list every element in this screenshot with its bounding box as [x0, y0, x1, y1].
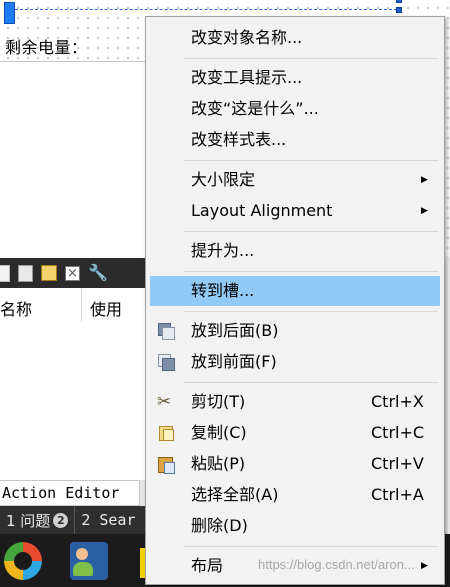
select-all-shortcut: Ctrl+A: [371, 485, 424, 504]
menu-item-change-stylesheet[interactable]: 改变样式表...: [150, 125, 440, 155]
menu-separator: [184, 160, 438, 161]
watermark-text: https://blog.csdn.net/aron...: [258, 557, 415, 572]
selection-handle[interactable]: [4, 2, 15, 24]
context-menu: 改变对象名称... 改变工具提示... 改变“这是什么”... 改变样式表...…: [145, 16, 445, 585]
menu-separator: [184, 311, 438, 312]
issues-pane-button[interactable]: 1 问题 2: [0, 506, 74, 534]
output-panes-bar: 1 问题 2 2 Sear: [0, 506, 150, 534]
menu-separator: [184, 271, 438, 272]
menu-item-send-to-back[interactable]: 放到后面(B): [150, 316, 440, 346]
tab-action-editor[interactable]: Action Editor: [0, 480, 140, 506]
selection-handle[interactable]: [396, 0, 402, 3]
menu-separator: [184, 231, 438, 232]
menu-item-promote-to[interactable]: 提升为...: [150, 236, 440, 266]
menu-item-delete[interactable]: 删除(D): [150, 511, 440, 541]
search-results-label: 2 Sear: [81, 511, 136, 529]
submenu-arrow-icon: ▶: [421, 561, 428, 571]
new-action-icon[interactable]: [0, 264, 10, 282]
selection-outline: [10, 9, 402, 10]
action-editor-toolbar: × 🔧: [0, 258, 150, 288]
paste-shortcut: Ctrl+V: [371, 454, 424, 473]
submenu-arrow-icon: ▶: [421, 175, 428, 185]
bring-to-front-icon: [157, 353, 175, 371]
menu-item-size-constraints[interactable]: 大小限定 ▶: [150, 165, 440, 195]
delete-action-icon[interactable]: ×: [65, 265, 80, 281]
menu-item-change-object-name[interactable]: 改变对象名称...: [150, 23, 440, 53]
menu-separator: [184, 58, 438, 59]
menu-item-change-tooltip[interactable]: 改变工具提示...: [150, 63, 440, 93]
column-header-use[interactable]: 使用: [90, 288, 150, 322]
issues-count-badge: 2: [53, 512, 69, 528]
wrench-icon[interactable]: 🔧: [88, 264, 108, 282]
copy-icon: [157, 424, 175, 442]
column-header-name[interactable]: 名称: [0, 288, 82, 322]
menu-separator: [184, 382, 438, 383]
qt-creator-taskbar-icon[interactable]: [4, 542, 42, 580]
copy-action-icon[interactable]: [18, 264, 33, 282]
send-to-back-icon: [157, 322, 175, 340]
copy-shortcut: Ctrl+C: [371, 423, 425, 442]
menu-item-layout-alignment[interactable]: Layout Alignment ▶: [150, 196, 440, 226]
search-results-pane-button[interactable]: 2 Sear: [74, 506, 141, 534]
menu-item-bring-to-front[interactable]: 放到前面(F): [150, 347, 440, 377]
paste-action-icon[interactable]: [41, 265, 57, 281]
submenu-arrow-icon: ▶: [421, 206, 428, 216]
menu-item-go-to-slot[interactable]: 转到槽...: [150, 276, 440, 306]
issues-label: 1 问题: [6, 511, 51, 530]
people-app-taskbar-icon[interactable]: [70, 542, 108, 580]
selection-handle[interactable]: [396, 7, 402, 13]
menu-separator: [184, 546, 438, 547]
menu-item-paste[interactable]: 粘贴(P) Ctrl+V: [150, 449, 440, 479]
action-table[interactable]: 名称 使用: [0, 288, 150, 480]
remaining-battery-label: 剩余电量：: [5, 38, 88, 57]
menu-item-select-all[interactable]: 选择全部(A) Ctrl+A: [150, 480, 440, 510]
scissors-icon: ✂: [157, 392, 172, 412]
menu-item-change-whats-this[interactable]: 改变“这是什么”...: [150, 94, 440, 124]
paste-icon: [157, 455, 175, 474]
menu-item-copy[interactable]: 复制(C) Ctrl+C: [150, 418, 440, 448]
form-empty-area: [0, 62, 150, 258]
menu-item-cut[interactable]: ✂ 剪切(T) Ctrl+X: [150, 387, 440, 417]
cut-shortcut: Ctrl+X: [371, 392, 424, 411]
